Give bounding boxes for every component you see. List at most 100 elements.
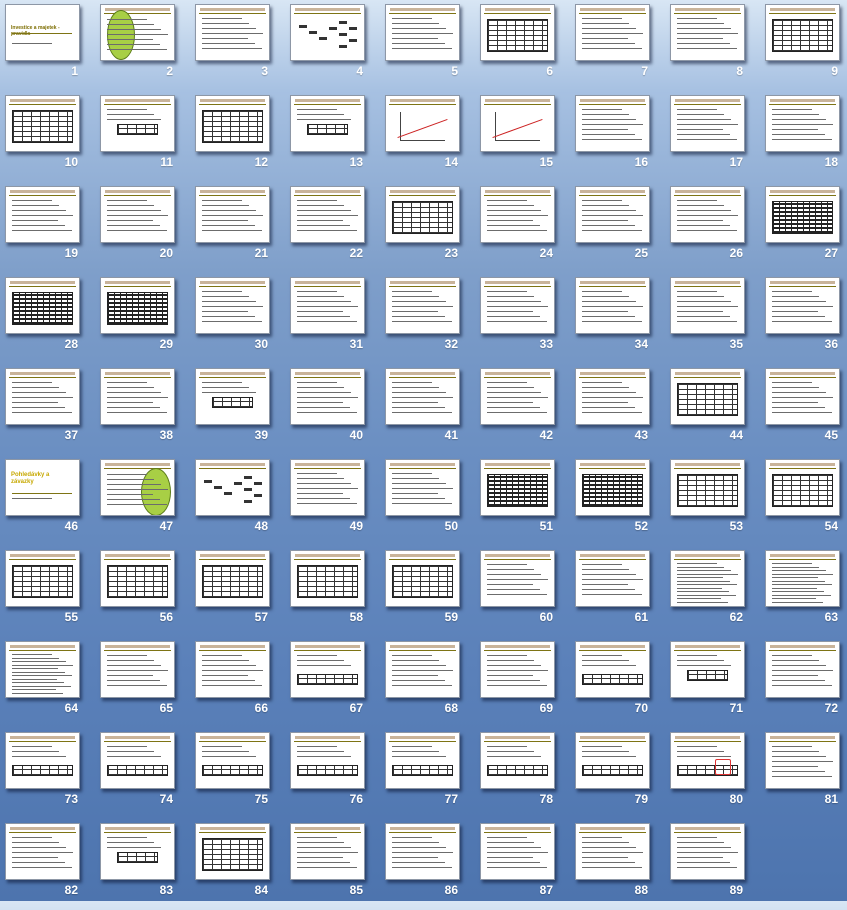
slide-thumbnail[interactable] (765, 641, 840, 698)
slide-thumbnail[interactable] (385, 186, 460, 243)
slide-thumbnail[interactable] (575, 95, 650, 152)
slide-thumbnail[interactable] (195, 732, 270, 789)
slide-thumbnail[interactable] (480, 186, 555, 243)
slide-thumbnail[interactable] (575, 186, 650, 243)
slide-thumbnail[interactable] (290, 459, 365, 516)
slide-thumbnail[interactable] (385, 4, 460, 61)
slide-thumbnail[interactable] (195, 550, 270, 607)
slide-thumbnail[interactable] (765, 368, 840, 425)
slide-thumbnail[interactable] (385, 823, 460, 880)
slide-text-line (392, 660, 439, 661)
slide-thumbnail[interactable] (575, 4, 650, 61)
slide-thumbnail[interactable] (385, 459, 460, 516)
slide-thumbnail[interactable] (100, 186, 175, 243)
slide-thumbnail[interactable] (575, 550, 650, 607)
slide-thumbnail[interactable] (100, 4, 175, 61)
slide-thumbnail[interactable] (385, 732, 460, 789)
slide-thumbnail[interactable] (480, 368, 555, 425)
slide-thumbnail[interactable] (670, 4, 745, 61)
slide-thumbnail[interactable] (765, 732, 840, 789)
slide-text-line (487, 306, 548, 307)
slide-thumbnail[interactable] (575, 459, 650, 516)
slide-thumbnail[interactable] (575, 641, 650, 698)
slide-text-line (487, 387, 534, 388)
slide-thumbnail[interactable] (100, 368, 175, 425)
slide-thumbnail[interactable] (480, 4, 555, 61)
slide-thumbnail[interactable] (670, 459, 745, 516)
slide-thumbnail[interactable] (670, 550, 745, 607)
slide-thumbnail[interactable] (100, 459, 175, 516)
slide-thumbnail[interactable] (670, 732, 745, 789)
slide-thumbnail[interactable] (195, 459, 270, 516)
slide-thumbnail[interactable] (5, 732, 80, 789)
slide-thumbnail[interactable] (5, 550, 80, 607)
slide-thumbnail[interactable] (5, 368, 80, 425)
slide-thumbnail[interactable] (290, 186, 365, 243)
slide-thumbnail[interactable] (480, 550, 555, 607)
slide-thumbnail[interactable] (385, 641, 460, 698)
slide-thumbnail[interactable] (195, 368, 270, 425)
slide-thumbnail[interactable] (480, 459, 555, 516)
slide-number: 71 (729, 701, 743, 715)
slide-thumbnail[interactable] (765, 277, 840, 334)
slide-thumbnail[interactable] (480, 823, 555, 880)
slide-thumbnail[interactable] (290, 4, 365, 61)
slide-thumbnail[interactable] (670, 368, 745, 425)
slide-number: 84 (254, 883, 268, 897)
slide-thumbnail[interactable] (100, 550, 175, 607)
slide-thumbnail[interactable] (385, 277, 460, 334)
slide-thumbnail[interactable] (290, 823, 365, 880)
slide-thumbnail[interactable] (575, 277, 650, 334)
slide-thumbnail[interactable] (5, 95, 80, 152)
slide-thumbnail[interactable] (100, 732, 175, 789)
slide-thumbnail[interactable] (385, 368, 460, 425)
slide-title-bar (770, 99, 835, 102)
slide-number: 58 (349, 610, 363, 624)
slide-thumbnail[interactable] (100, 823, 175, 880)
slide-thumbnail[interactable] (290, 550, 365, 607)
slide-thumbnail[interactable] (670, 186, 745, 243)
slide-thumbnail[interactable] (575, 368, 650, 425)
slide-thumbnail[interactable]: Pohledávky a závazky (5, 459, 80, 516)
slide-thumbnail[interactable] (290, 368, 365, 425)
slide-chart-axes (400, 112, 445, 141)
slide-thumbnail[interactable] (670, 277, 745, 334)
slide-thumbnail[interactable] (290, 641, 365, 698)
slide-thumbnail[interactable] (480, 95, 555, 152)
slide-thumbnail[interactable] (195, 641, 270, 698)
slide-thumbnail[interactable] (670, 641, 745, 698)
slide-thumbnail[interactable] (100, 277, 175, 334)
slide-thumbnail[interactable] (195, 823, 270, 880)
slide-thumbnail[interactable] (290, 95, 365, 152)
slide-thumbnail[interactable] (5, 186, 80, 243)
slide-text-line (202, 205, 249, 206)
slide-thumbnail[interactable] (195, 186, 270, 243)
slide-thumbnail[interactable] (765, 186, 840, 243)
slide-thumbnail[interactable] (100, 641, 175, 698)
slide-thumbnail[interactable] (290, 277, 365, 334)
slide-thumbnail[interactable] (290, 732, 365, 789)
slide-thumbnail[interactable] (100, 95, 175, 152)
slide-thumbnail[interactable] (765, 4, 840, 61)
slide-thumbnail[interactable] (385, 95, 460, 152)
slide-thumbnail[interactable] (765, 550, 840, 607)
slide-thumbnail[interactable] (195, 4, 270, 61)
slide-thumbnail[interactable]: Investice a majetek - pravidla (5, 4, 80, 61)
slide-thumbnail[interactable] (480, 277, 555, 334)
slide-text-line (487, 215, 548, 216)
slide-thumbnail[interactable] (5, 823, 80, 880)
slide-thumbnail[interactable] (195, 95, 270, 152)
slide-thumbnail[interactable] (5, 641, 80, 698)
slide-thumbnail[interactable] (480, 641, 555, 698)
slide-thumbnail[interactable] (385, 550, 460, 607)
slide-thumbnail[interactable] (765, 459, 840, 516)
slide-number: 41 (444, 428, 458, 442)
slide-thumbnail[interactable] (195, 277, 270, 334)
slide-thumbnail[interactable] (670, 95, 745, 152)
slide-thumbnail[interactable] (575, 732, 650, 789)
slide-thumbnail[interactable] (575, 823, 650, 880)
slide-thumbnail[interactable] (670, 823, 745, 880)
slide-thumbnail[interactable] (5, 277, 80, 334)
slide-thumbnail[interactable] (480, 732, 555, 789)
slide-thumbnail[interactable] (765, 95, 840, 152)
